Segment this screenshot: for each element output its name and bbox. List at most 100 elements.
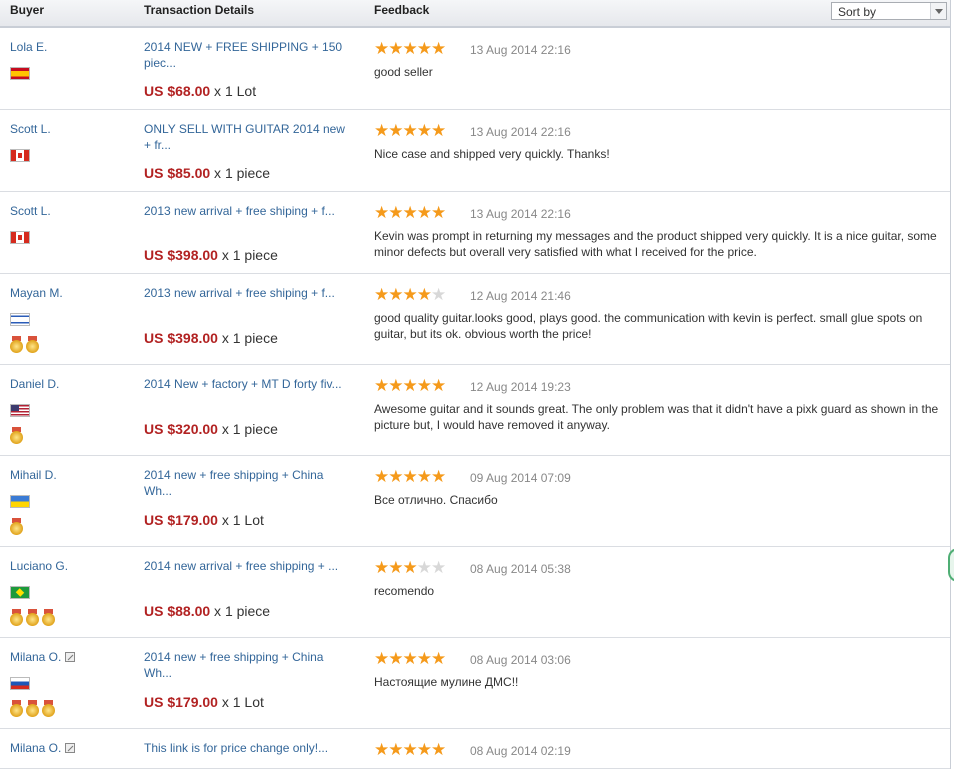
table-header: Buyer Transaction Details Feedback Sort …	[0, 0, 950, 28]
product-link[interactable]: 2013 new arrival + free shiping + f...	[144, 203, 354, 219]
star-icon: ★	[374, 558, 389, 577]
feedback-date: 12 Aug 2014 21:46	[470, 289, 571, 303]
buyer-name-link[interactable]: Scott L.	[10, 122, 51, 136]
feedback-date: 09 Aug 2014 07:09	[470, 471, 571, 485]
medal-icon	[10, 609, 23, 626]
product-link[interactable]: 2014 new arrival + free shipping + ...	[144, 558, 354, 574]
star-rating: ★★★★★	[374, 203, 446, 222]
star-icon: ★	[374, 39, 389, 58]
star-icon: ★	[431, 558, 446, 577]
product-link[interactable]: 2014 New + factory + MT D forty fiv...	[144, 376, 354, 392]
star-icon: ★	[402, 285, 418, 304]
star-icon: ★	[388, 649, 403, 668]
star-icon: ★	[402, 203, 418, 222]
feedback-date: 08 Aug 2014 02:19	[470, 744, 571, 758]
buyer-level-badges	[10, 427, 26, 445]
panel-border	[950, 0, 951, 769]
star-icon: ★	[388, 203, 403, 222]
feedback-date: 12 Aug 2014 19:23	[470, 380, 571, 394]
product-link[interactable]: 2014 new + free shipping + China Wh...	[144, 649, 354, 681]
quantity-text: x 1 Lot	[217, 694, 264, 710]
buyer-name-link[interactable]: Scott L.	[10, 204, 51, 218]
feedback-comment: Настоящие мулине ДМС!!	[374, 675, 519, 689]
medal-icon	[26, 336, 39, 353]
quantity-text: x 1 piece	[217, 247, 278, 263]
star-icon: ★	[402, 376, 418, 395]
feedback-comment: good seller	[374, 65, 433, 79]
price-amount: US $320.00	[144, 421, 218, 437]
buyer-name[interactable]: Milana O.	[10, 650, 61, 664]
sort-by-select[interactable]: Sort by	[831, 2, 947, 20]
product-link[interactable]: This link is for price change only!...	[144, 740, 354, 756]
star-icon: ★	[431, 467, 446, 486]
column-header-transaction-details: Transaction Details	[144, 3, 255, 17]
buyer-name[interactable]: Mayan M.	[10, 286, 63, 300]
country-flag-icon	[10, 231, 30, 244]
buyer-level-badges	[10, 700, 58, 718]
buyer-name-link[interactable]: Luciano G.	[10, 559, 68, 573]
star-icon: ★	[416, 39, 432, 58]
buyer-name-link[interactable]: Milana O.	[10, 650, 76, 664]
feedback-comment: Awesome guitar and it sounds great. The …	[374, 402, 939, 432]
buyer-name[interactable]: Scott L.	[10, 122, 51, 136]
edit-note-icon[interactable]	[65, 652, 76, 662]
feedback-comment: Nice case and shipped very quickly. Than…	[374, 147, 610, 161]
star-icon: ★	[402, 649, 418, 668]
quantity-text: x 1 piece	[217, 421, 278, 437]
edit-note-icon[interactable]	[65, 743, 76, 753]
medal-icon	[26, 609, 39, 626]
buyer-name-link[interactable]: Daniel D.	[10, 377, 59, 391]
side-feedback-tab[interactable]	[948, 548, 954, 582]
star-icon: ★	[374, 376, 389, 395]
product-link[interactable]: 2013 new arrival + free shiping + f...	[144, 285, 354, 301]
buyer-name-link[interactable]: Mihail D.	[10, 468, 57, 482]
chevron-down-icon[interactable]	[930, 3, 946, 19]
buyer-name[interactable]: Mihail D.	[10, 468, 57, 482]
buyer-name[interactable]: Daniel D.	[10, 377, 59, 391]
star-icon: ★	[416, 649, 432, 668]
price-line: US $85.00 x 1 piece	[144, 165, 270, 181]
star-icon: ★	[431, 203, 446, 222]
star-icon: ★	[416, 121, 432, 140]
quantity-text: x 1 piece	[210, 603, 271, 619]
feedback-comment: recomendo	[374, 584, 435, 598]
table-row: Milana O. 2014 new + free shipping + Chin…	[0, 638, 950, 729]
feedback-date: 13 Aug 2014 22:16	[470, 43, 571, 57]
product-link[interactable]: ONLY SELL WITH GUITAR 2014 new + fr...	[144, 121, 354, 153]
feedback-date: 13 Aug 2014 22:16	[470, 207, 571, 221]
star-icon: ★	[402, 39, 418, 58]
country-flag-icon	[10, 149, 30, 162]
price-amount: US $398.00	[144, 330, 218, 346]
buyer-name-link[interactable]: Mayan M.	[10, 286, 63, 300]
table-row: Mayan M. 2013 new arrival + free shiping …	[0, 274, 950, 365]
star-icon: ★	[388, 467, 403, 486]
buyer-name[interactable]: Lola E.	[10, 40, 47, 54]
price-amount: US $179.00	[144, 512, 218, 528]
buyer-name-link[interactable]: Milana O.	[10, 741, 76, 755]
star-icon: ★	[374, 203, 389, 222]
feedback-comment: good quality guitar.looks good, plays go…	[374, 311, 923, 341]
table-row: Daniel D. 2014 New + factory + MT D forty…	[0, 365, 950, 456]
star-icon: ★	[402, 740, 418, 759]
star-icon: ★	[431, 376, 446, 395]
buyer-name[interactable]: Scott L.	[10, 204, 51, 218]
buyer-level-badges	[10, 518, 26, 536]
price-line: US $320.00 x 1 piece	[144, 421, 278, 437]
product-link[interactable]: 2014 new + free shipping + China Wh...	[144, 467, 354, 499]
product-link[interactable]: 2014 NEW + FREE SHIPPING + 150 piec...	[144, 39, 354, 71]
quantity-text: x 1 piece	[210, 165, 271, 181]
medal-icon	[10, 518, 23, 535]
star-icon: ★	[416, 467, 432, 486]
medal-icon	[26, 700, 39, 717]
table-row: Scott L. ONLY SELL WITH GUITAR 2014 new +…	[0, 110, 950, 192]
price-line: US $179.00 x 1 Lot	[144, 694, 264, 710]
buyer-name-link[interactable]: Lola E.	[10, 40, 47, 54]
buyer-name[interactable]: Milana O.	[10, 741, 61, 755]
quantity-text: x 1 Lot	[210, 83, 257, 99]
country-flag-icon	[10, 404, 30, 417]
sort-by-label: Sort by	[838, 5, 877, 19]
column-header-feedback: Feedback	[374, 3, 430, 17]
star-icon: ★	[431, 285, 446, 304]
buyer-name[interactable]: Luciano G.	[10, 559, 68, 573]
feedback-list: Lola E. 2014 NEW + FREE SHIPPING + 150 pi…	[0, 28, 950, 769]
